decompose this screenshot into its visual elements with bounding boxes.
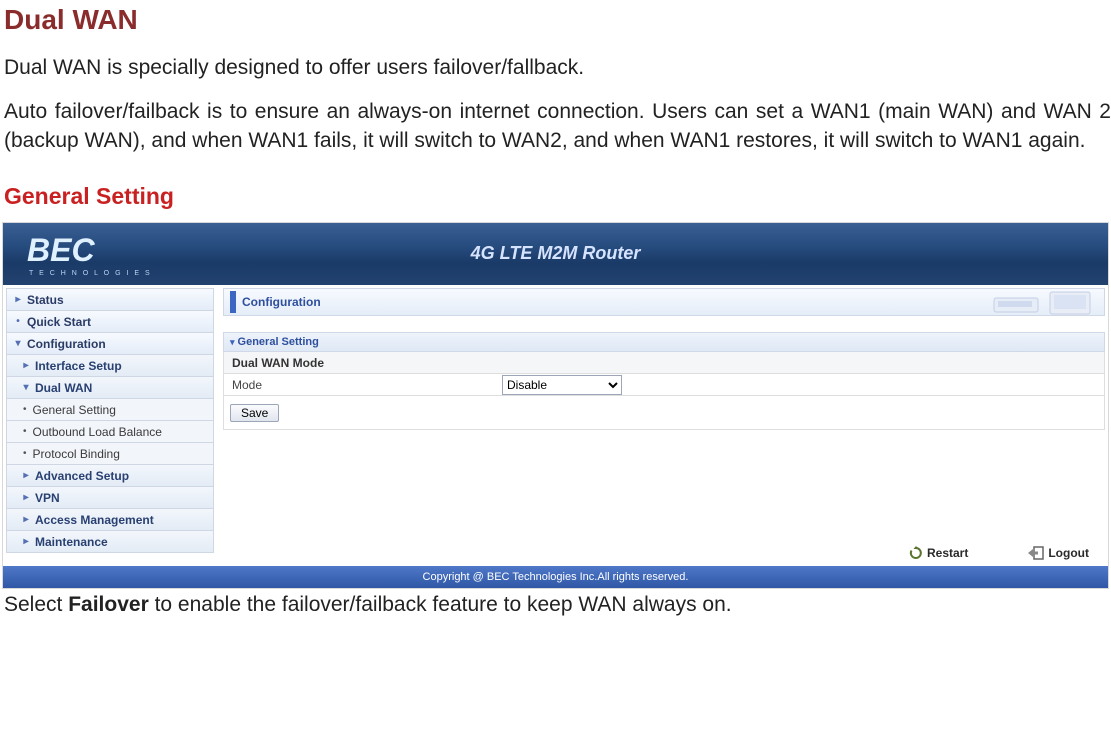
chevron-right-icon: ▸ (19, 536, 33, 547)
page-heading: Dual WAN (4, 4, 1111, 36)
logout-label: Logout (1048, 546, 1089, 560)
sidebar-item-label: Dual WAN (33, 381, 92, 395)
sidebar-item-general-setting[interactable]: • General Setting (6, 398, 214, 421)
sidebar-item-label: General Setting (31, 403, 116, 417)
intro-paragraph: Dual WAN is specially designed to offer … (4, 54, 1111, 82)
sidebar-item-status[interactable]: ▸Status (6, 288, 214, 311)
panel-title-bar: Configuration (223, 288, 1105, 316)
chevron-down-icon: ▾ (230, 337, 235, 348)
sidebar-item-label: Maintenance (33, 535, 108, 549)
panel-accent (230, 291, 236, 313)
desc-paragraph: Auto failover/failback is to ensure an a… (4, 98, 1111, 155)
sidebar-item-maintenance[interactable]: ▸Maintenance (6, 530, 214, 553)
router-header: BEC T E C H N O L O G I E S 4G LTE M2M R… (3, 223, 1108, 285)
chevron-down-icon: ▾ (19, 382, 33, 393)
chevron-down-icon: ▾ (11, 338, 25, 349)
header-illustration-icon (990, 290, 1100, 316)
sidebar-item-dual-wan[interactable]: ▾Dual WAN (6, 376, 214, 399)
sidebar-item-label: Configuration (25, 337, 106, 351)
sidebar-item-label: Outbound Load Balance (31, 425, 162, 439)
sidebar: ▸Status •Quick Start ▾Configuration ▸Int… (3, 285, 217, 566)
sidebar-item-access-management[interactable]: ▸Access Management (6, 508, 214, 531)
section-title: General Setting (238, 336, 319, 348)
sidebar-item-label: Interface Setup (33, 359, 122, 373)
save-button[interactable]: Save (230, 404, 279, 422)
chevron-right-icon: ▸ (19, 514, 33, 525)
sidebar-item-label: Status (25, 293, 64, 307)
button-row: Save (223, 396, 1105, 430)
bullet-icon: • (23, 426, 27, 437)
chevron-right-icon: ▸ (19, 470, 33, 481)
section-subheading: General Setting (4, 183, 1111, 210)
mode-select[interactable]: Disable (502, 375, 622, 395)
router-admin-ui: BEC T E C H N O L O G I E S 4G LTE M2M R… (2, 222, 1109, 589)
main-panel: Configuration ▾General Setting Dual WAN … (217, 285, 1108, 566)
logout-icon (1028, 546, 1044, 560)
sidebar-item-label: Quick Start (25, 315, 91, 329)
logout-link[interactable]: Logout (1028, 546, 1089, 560)
sidebar-item-outbound-load-balance[interactable]: • Outbound Load Balance (6, 420, 214, 443)
sidebar-item-interface-setup[interactable]: ▸Interface Setup (6, 354, 214, 377)
sidebar-item-configuration[interactable]: ▾Configuration (6, 332, 214, 355)
chevron-right-icon: ▸ (19, 360, 33, 371)
restart-link[interactable]: Restart (909, 546, 968, 560)
bullet-icon: • (11, 316, 25, 327)
chevron-right-icon: ▸ (19, 492, 33, 503)
chevron-right-icon: ▸ (11, 294, 25, 305)
section-header: ▾General Setting (223, 332, 1105, 352)
sidebar-item-protocol-binding[interactable]: • Protocol Binding (6, 442, 214, 465)
footer-actions: Restart Logout (223, 540, 1105, 566)
sidebar-item-label: Access Management (33, 513, 154, 527)
row-header: Dual WAN Mode (223, 352, 1105, 374)
router-header-title: 4G LTE M2M Router (3, 243, 1108, 264)
sidebar-item-vpn[interactable]: ▸VPN (6, 486, 214, 509)
copyright-bar: Copyright @ BEC Technologies Inc.All rig… (3, 566, 1108, 588)
mode-label: Mode (232, 378, 502, 392)
panel-title: Configuration (242, 295, 321, 309)
sidebar-item-label: VPN (33, 491, 60, 505)
sidebar-item-label: Advanced Setup (33, 469, 129, 483)
after-paragraph: Select Failover to enable the failover/f… (4, 591, 1111, 619)
sidebar-item-advanced-setup[interactable]: ▸Advanced Setup (6, 464, 214, 487)
mode-row: Mode Disable (223, 374, 1105, 396)
svg-text:T E C H N O L O G I E S: T E C H N O L O G I E S (29, 270, 152, 277)
bullet-icon: • (23, 404, 27, 415)
restart-label: Restart (927, 546, 968, 560)
sidebar-item-label: Protocol Binding (31, 447, 120, 461)
sidebar-item-quickstart[interactable]: •Quick Start (6, 310, 214, 333)
bullet-icon: • (23, 448, 27, 459)
restart-icon (909, 546, 923, 560)
